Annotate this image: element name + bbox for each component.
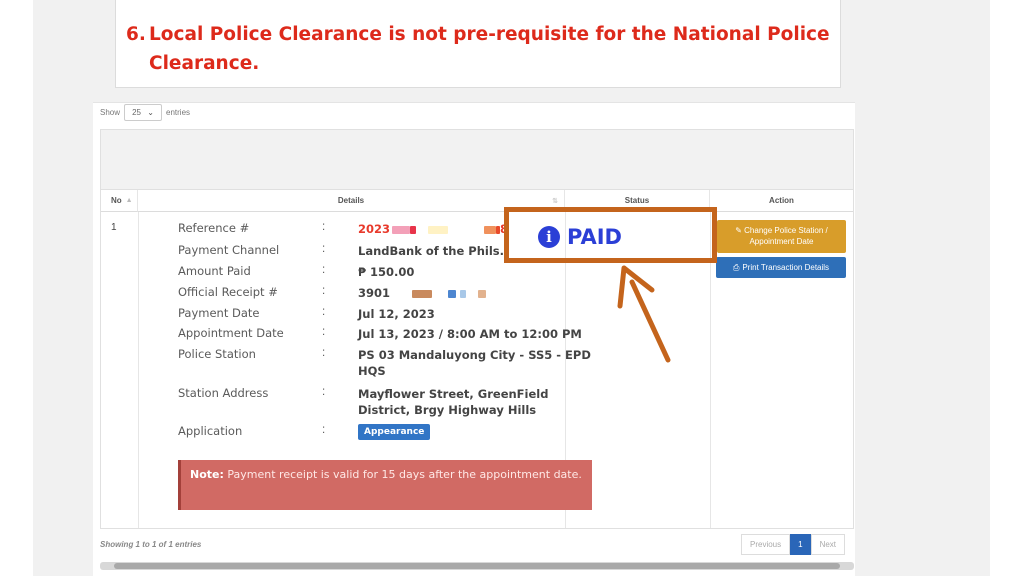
column-header-action: Action	[710, 190, 853, 212]
transactions-table: No ▲ Details ⇅ Status Action 1 Reference…	[100, 129, 854, 529]
detail-colon: :	[322, 285, 326, 297]
note-alert: Note: Payment receipt is valid for 15 da…	[178, 460, 592, 510]
detail-colon: :	[322, 347, 326, 359]
print-transaction-button[interactable]: ⎙ Print Transaction Details	[716, 257, 846, 278]
change-police-station-button[interactable]: ✎ Change Police Station / Appointment Da…	[717, 220, 846, 253]
detail-value-payment-channel: LandBank of the Phils.	[358, 244, 504, 258]
previous-page-button[interactable]: Previous	[741, 534, 791, 555]
detail-colon: :	[322, 326, 326, 338]
scrollbar-thumb[interactable]	[114, 563, 840, 569]
print-icon: ⎙	[732, 262, 740, 272]
detail-label-station-address: Station Address	[178, 386, 269, 400]
next-page-button[interactable]: Next	[810, 534, 846, 555]
entries-label: entries	[166, 108, 191, 117]
detail-label-payment-date: Payment Date	[178, 306, 260, 320]
table-info: Showing 1 to 1 of 1 entries	[100, 540, 202, 549]
chevron-down-icon: ⌄	[147, 108, 154, 117]
detail-label-appointment-date: Appointment Date	[178, 326, 284, 340]
entries-select[interactable]: 25 ⌄	[124, 104, 163, 121]
detail-colon: :	[322, 386, 326, 398]
detail-colon: :	[322, 264, 326, 276]
table-toolbar-band	[101, 130, 853, 190]
detail-value-receipt: 3901	[358, 285, 487, 301]
redacted-block	[392, 225, 411, 234]
note-text: Payment receipt is valid for 15 days aft…	[223, 468, 582, 481]
detail-value-police-station: PS 03 Mandaluyong City - SS5 - EPD HQS	[358, 348, 591, 378]
pagination: Previous 1 Next	[741, 534, 846, 555]
left-margin	[0, 0, 33, 576]
notice-number: 6.	[126, 24, 146, 45]
detail-value-appointment-date: Jul 13, 2023 / 8:00 AM to 12:00 PM	[358, 327, 582, 341]
sort-asc-icon: ▲	[125, 197, 133, 204]
detail-label-amount: Amount Paid	[178, 264, 251, 278]
horizontal-scrollbar[interactable]	[100, 562, 854, 570]
notice-card: 6. Local Police Clearance is not pre-req…	[115, 0, 841, 88]
detail-value-amount: ₱ 150.00	[358, 265, 415, 279]
column-header-no[interactable]: No ▲	[101, 190, 138, 212]
entries-select-value: 25	[132, 108, 142, 117]
detail-colon: :	[322, 243, 326, 255]
right-margin	[990, 0, 1024, 576]
row-number: 1	[111, 222, 117, 233]
detail-colon: :	[322, 424, 326, 436]
detail-value-payment-date: Jul 12, 2023	[358, 307, 435, 321]
length-menu: Show 25 ⌄ entries	[100, 104, 190, 121]
detail-value-station-address: Mayflower Street, GreenField District, B…	[358, 387, 549, 417]
page-1-button[interactable]: 1	[790, 534, 811, 555]
note-label: Note:	[190, 468, 224, 481]
notice-text: Local Police Clearance is not pre-requis…	[149, 24, 830, 74]
redacted-block	[412, 289, 433, 298]
detail-label-payment-channel: Payment Channel	[178, 243, 280, 257]
detail-colon: :	[322, 221, 326, 233]
column-divider	[138, 212, 139, 528]
application-type-badge: Appearance	[358, 424, 431, 440]
detail-value-reference: 2023 8	[358, 222, 509, 236]
detail-label-application: Application	[178, 424, 243, 438]
highlight-box-annotation	[504, 207, 717, 263]
detail-label-police-station: Police Station	[178, 347, 256, 361]
detail-label-receipt: Official Receipt #	[178, 285, 278, 299]
show-label: Show	[100, 108, 121, 117]
column-header-details[interactable]: Details ⇅	[138, 190, 565, 212]
sort-icon: ⇅	[552, 197, 558, 205]
edit-icon: ✎	[735, 226, 742, 235]
detail-label-reference: Reference #	[178, 221, 250, 235]
detail-colon: :	[322, 306, 326, 318]
